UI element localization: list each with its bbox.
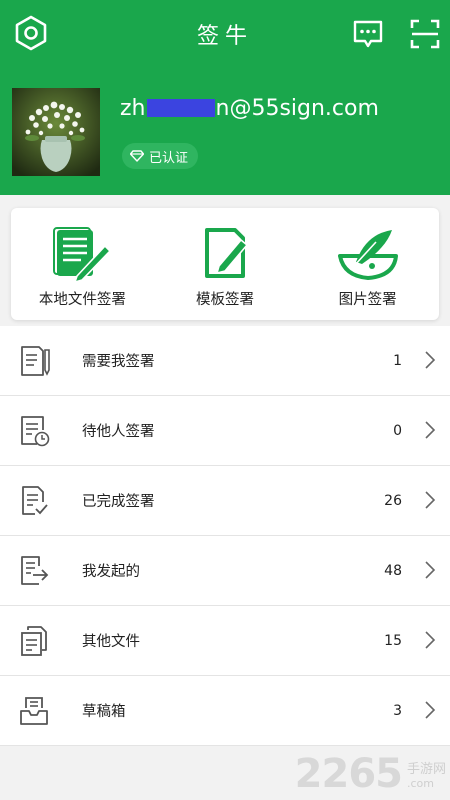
list-item-waiting-others[interactable]: 待他人签署 0 xyxy=(0,396,450,466)
doc-stack-icon xyxy=(21,626,47,656)
diamond-icon xyxy=(130,150,144,162)
doc-send-icon xyxy=(21,556,49,585)
document-list: 需要我签署 1 待他人签署 0 已完成签署 26 我发起的 48 其他文件 15… xyxy=(0,326,450,746)
chevron-right-icon xyxy=(425,491,436,509)
list-item-label: 我发起的 xyxy=(82,564,140,580)
list-item-count: 26 xyxy=(384,492,402,509)
email-redaction-block xyxy=(146,99,215,117)
template-sign-button[interactable]: 模板签署 xyxy=(154,208,297,320)
watermark-suffix: 手游网 xyxy=(406,762,446,777)
chevron-right-icon xyxy=(425,631,436,649)
inbox-tray-icon xyxy=(20,697,48,725)
quick-action-label: 模板签署 xyxy=(196,292,254,308)
doc-check-icon xyxy=(22,486,48,515)
list-item-label: 草稿箱 xyxy=(82,704,126,720)
watermark: 2265 手游网 .com xyxy=(295,754,446,794)
list-item-count: 1 xyxy=(393,352,402,369)
image-quill-icon xyxy=(337,230,398,280)
template-edit-icon xyxy=(205,228,249,278)
list-item-label: 其他文件 xyxy=(82,634,140,650)
list-item-count: 15 xyxy=(384,632,402,649)
list-item-initiated[interactable]: 我发起的 48 xyxy=(0,536,450,606)
list-item-need-my-sign[interactable]: 需要我签署 1 xyxy=(0,326,450,396)
list-item-count: 0 xyxy=(393,422,402,439)
quick-action-label: 本地文件签署 xyxy=(38,292,126,308)
verified-label: 已认证 xyxy=(149,150,189,166)
profile-header: 签牛 zh n@55sign.com 已认证 xyxy=(0,0,450,195)
chevron-right-icon xyxy=(425,351,436,369)
chevron-right-icon xyxy=(425,701,436,719)
image-sign-button[interactable]: 图片签署 xyxy=(296,208,439,320)
list-item-drafts[interactable]: 草稿箱 3 xyxy=(0,676,450,746)
list-item-label: 需要我签署 xyxy=(82,354,155,370)
chevron-right-icon xyxy=(425,561,436,579)
email-prefix: zh xyxy=(120,96,146,121)
message-icon xyxy=(353,20,383,48)
list-item-completed[interactable]: 已完成签署 26 xyxy=(0,466,450,536)
list-item-count: 3 xyxy=(393,702,402,719)
email-suffix: n@55sign.com xyxy=(215,96,379,121)
document-pen-icon xyxy=(53,227,112,282)
top-bar: 签牛 xyxy=(0,0,450,68)
list-item-label: 已完成签署 xyxy=(82,494,155,510)
avatar[interactable] xyxy=(12,88,100,176)
avatar-flower-vase-image xyxy=(12,88,100,176)
doc-pen-icon xyxy=(21,346,50,376)
list-item-label: 待他人签署 xyxy=(82,424,155,440)
doc-clock-icon xyxy=(21,416,50,447)
scan-button[interactable] xyxy=(406,15,444,53)
chevron-right-icon xyxy=(425,421,436,439)
verified-badge: 已认证 xyxy=(122,143,199,169)
list-item-count: 48 xyxy=(384,562,402,579)
local-file-sign-button[interactable]: 本地文件签署 xyxy=(11,208,154,320)
watermark-number: 2265 xyxy=(294,751,403,797)
messages-button[interactable] xyxy=(349,15,387,53)
account-email: zh n@55sign.com xyxy=(120,96,379,121)
scan-icon xyxy=(410,19,440,49)
list-item-other-files[interactable]: 其他文件 15 xyxy=(0,606,450,676)
watermark-domain: .com xyxy=(406,777,434,790)
quick-action-label: 图片签署 xyxy=(338,292,397,308)
quick-actions-card: 本地文件签署 模板签署 图片签署 xyxy=(11,208,439,320)
